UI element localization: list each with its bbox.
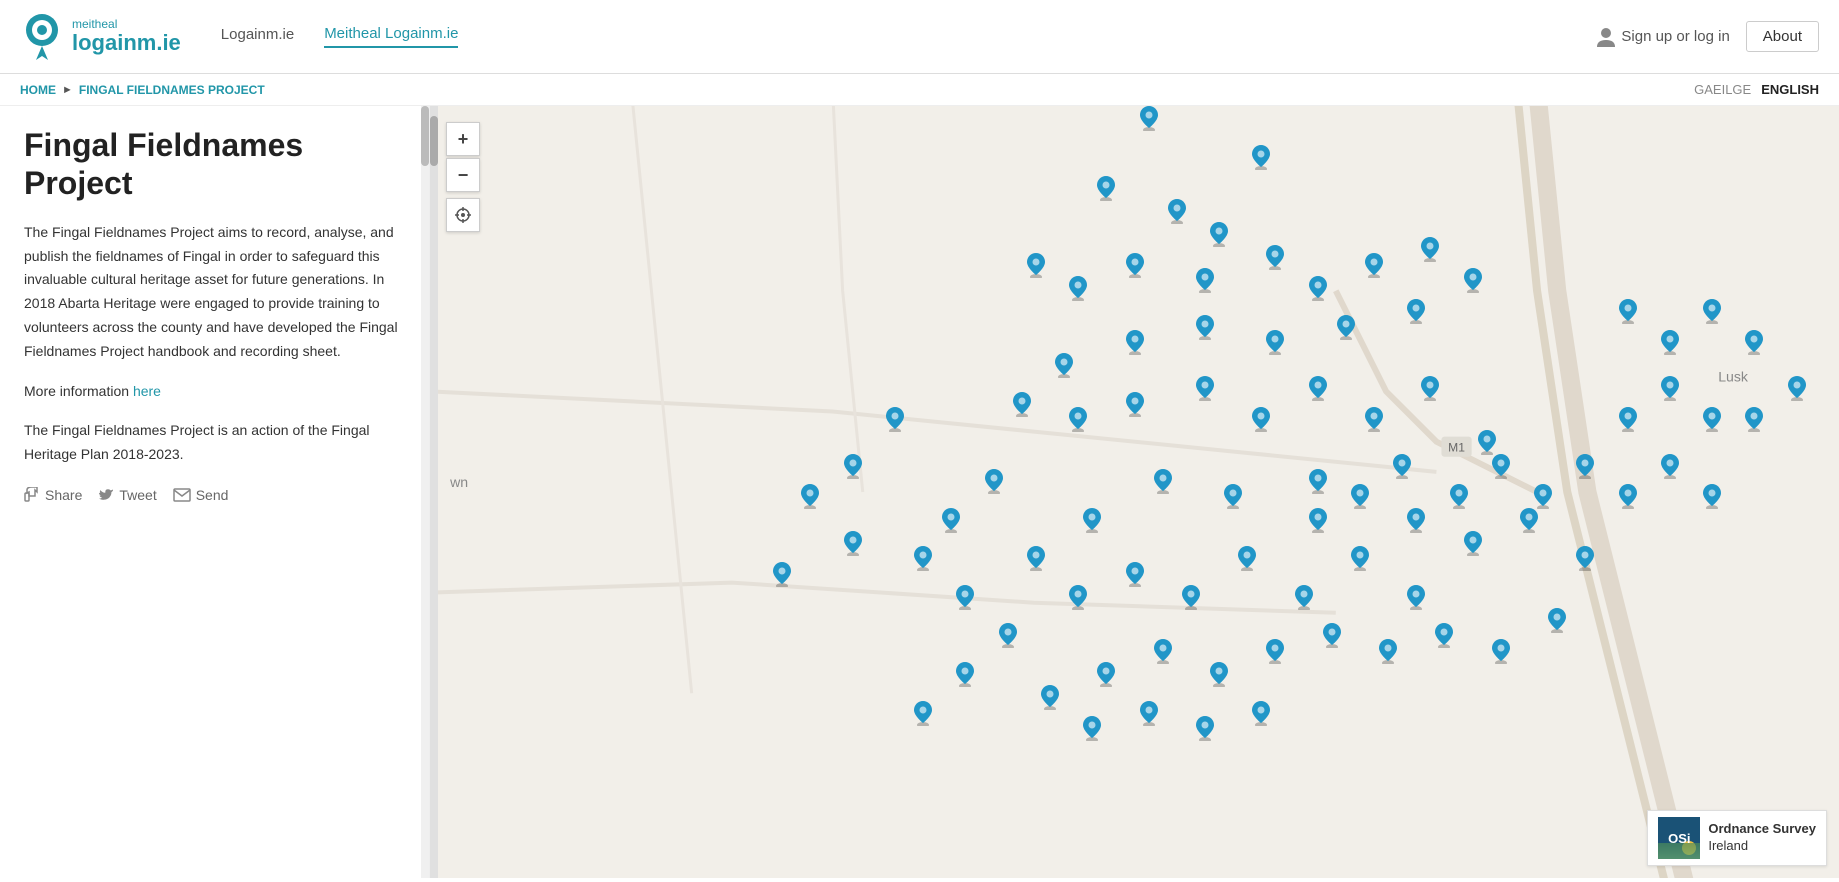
share-button[interactable]: Share [24, 487, 82, 503]
svg-text:wn: wn [449, 474, 468, 490]
map-scrollbar-thumb [430, 116, 438, 166]
map-controls: + − [446, 122, 480, 232]
language-switcher: GAEILGE ENGLISH [1694, 82, 1819, 97]
zoom-out-button[interactable]: − [446, 158, 480, 192]
logo-icon [20, 12, 64, 62]
osi-text: Ordnance Survey Ireland [1708, 821, 1816, 855]
nav-meitheal[interactable]: Meitheal Logainm.ie [324, 25, 458, 48]
heritage-plan-text: The Fingal Fieldnames Project is an acti… [24, 419, 405, 467]
user-icon [1597, 27, 1615, 47]
share-icon [24, 487, 40, 503]
about-button[interactable]: About [1746, 21, 1819, 52]
header: meitheal logainm.ie Logainm.ie Meitheal … [0, 0, 1839, 74]
breadcrumb: HOME ► FINGAL FIELDNAMES PROJECT GAEILGE… [0, 74, 1839, 106]
location-icon [455, 207, 471, 223]
svg-text:M1: M1 [1448, 441, 1465, 455]
svg-text:Lusk: Lusk [1718, 368, 1749, 384]
osi-abbrev: OSi [1668, 831, 1690, 846]
sidebar-scrollbar[interactable] [421, 106, 429, 878]
more-info: More information here [24, 380, 405, 404]
map-scrollbar[interactable] [430, 106, 438, 878]
project-description: The Fingal Fieldnames Project aims to re… [24, 221, 405, 364]
project-title: Fingal Fieldnames Project [24, 126, 405, 203]
sidebar: Fingal Fieldnames Project The Fingal Fie… [0, 106, 430, 878]
main-nav: Logainm.ie Meitheal Logainm.ie [221, 25, 459, 48]
map-background: M1 Lusk wn [430, 106, 1839, 878]
lang-irish[interactable]: GAEILGE [1694, 82, 1751, 97]
main-content: Fingal Fieldnames Project The Fingal Fie… [0, 106, 1839, 878]
twitter-icon [98, 487, 114, 503]
osi-logo: OSi [1658, 817, 1700, 859]
logo-link[interactable]: meitheal logainm.ie [20, 12, 181, 62]
osi-badge: OSi Ordnance Survey Ireland [1647, 810, 1827, 866]
more-info-link[interactable]: here [133, 383, 161, 399]
location-button[interactable] [446, 198, 480, 232]
lang-english[interactable]: ENGLISH [1761, 82, 1819, 97]
email-icon [173, 488, 191, 502]
send-button[interactable]: Send [173, 487, 229, 503]
breadcrumb-home[interactable]: HOME [20, 83, 56, 97]
zoom-in-button[interactable]: + [446, 122, 480, 156]
breadcrumb-nav: HOME ► FINGAL FIELDNAMES PROJECT [20, 83, 265, 97]
breadcrumb-separator: ► [62, 84, 73, 96]
social-share: Share Tweet Send [24, 487, 405, 503]
sign-in-button[interactable]: Sign up or log in [1597, 27, 1729, 47]
tweet-button[interactable]: Tweet [98, 487, 156, 503]
breadcrumb-current: FINGAL FIELDNAMES PROJECT [79, 83, 265, 97]
nav-logainm[interactable]: Logainm.ie [221, 26, 294, 47]
sidebar-scrollbar-thumb [421, 106, 429, 166]
header-right: Sign up or log in About [1597, 21, 1819, 52]
map-area[interactable]: M1 Lusk wn + − [430, 106, 1839, 878]
logo-logainm: logainm.ie [72, 31, 181, 55]
